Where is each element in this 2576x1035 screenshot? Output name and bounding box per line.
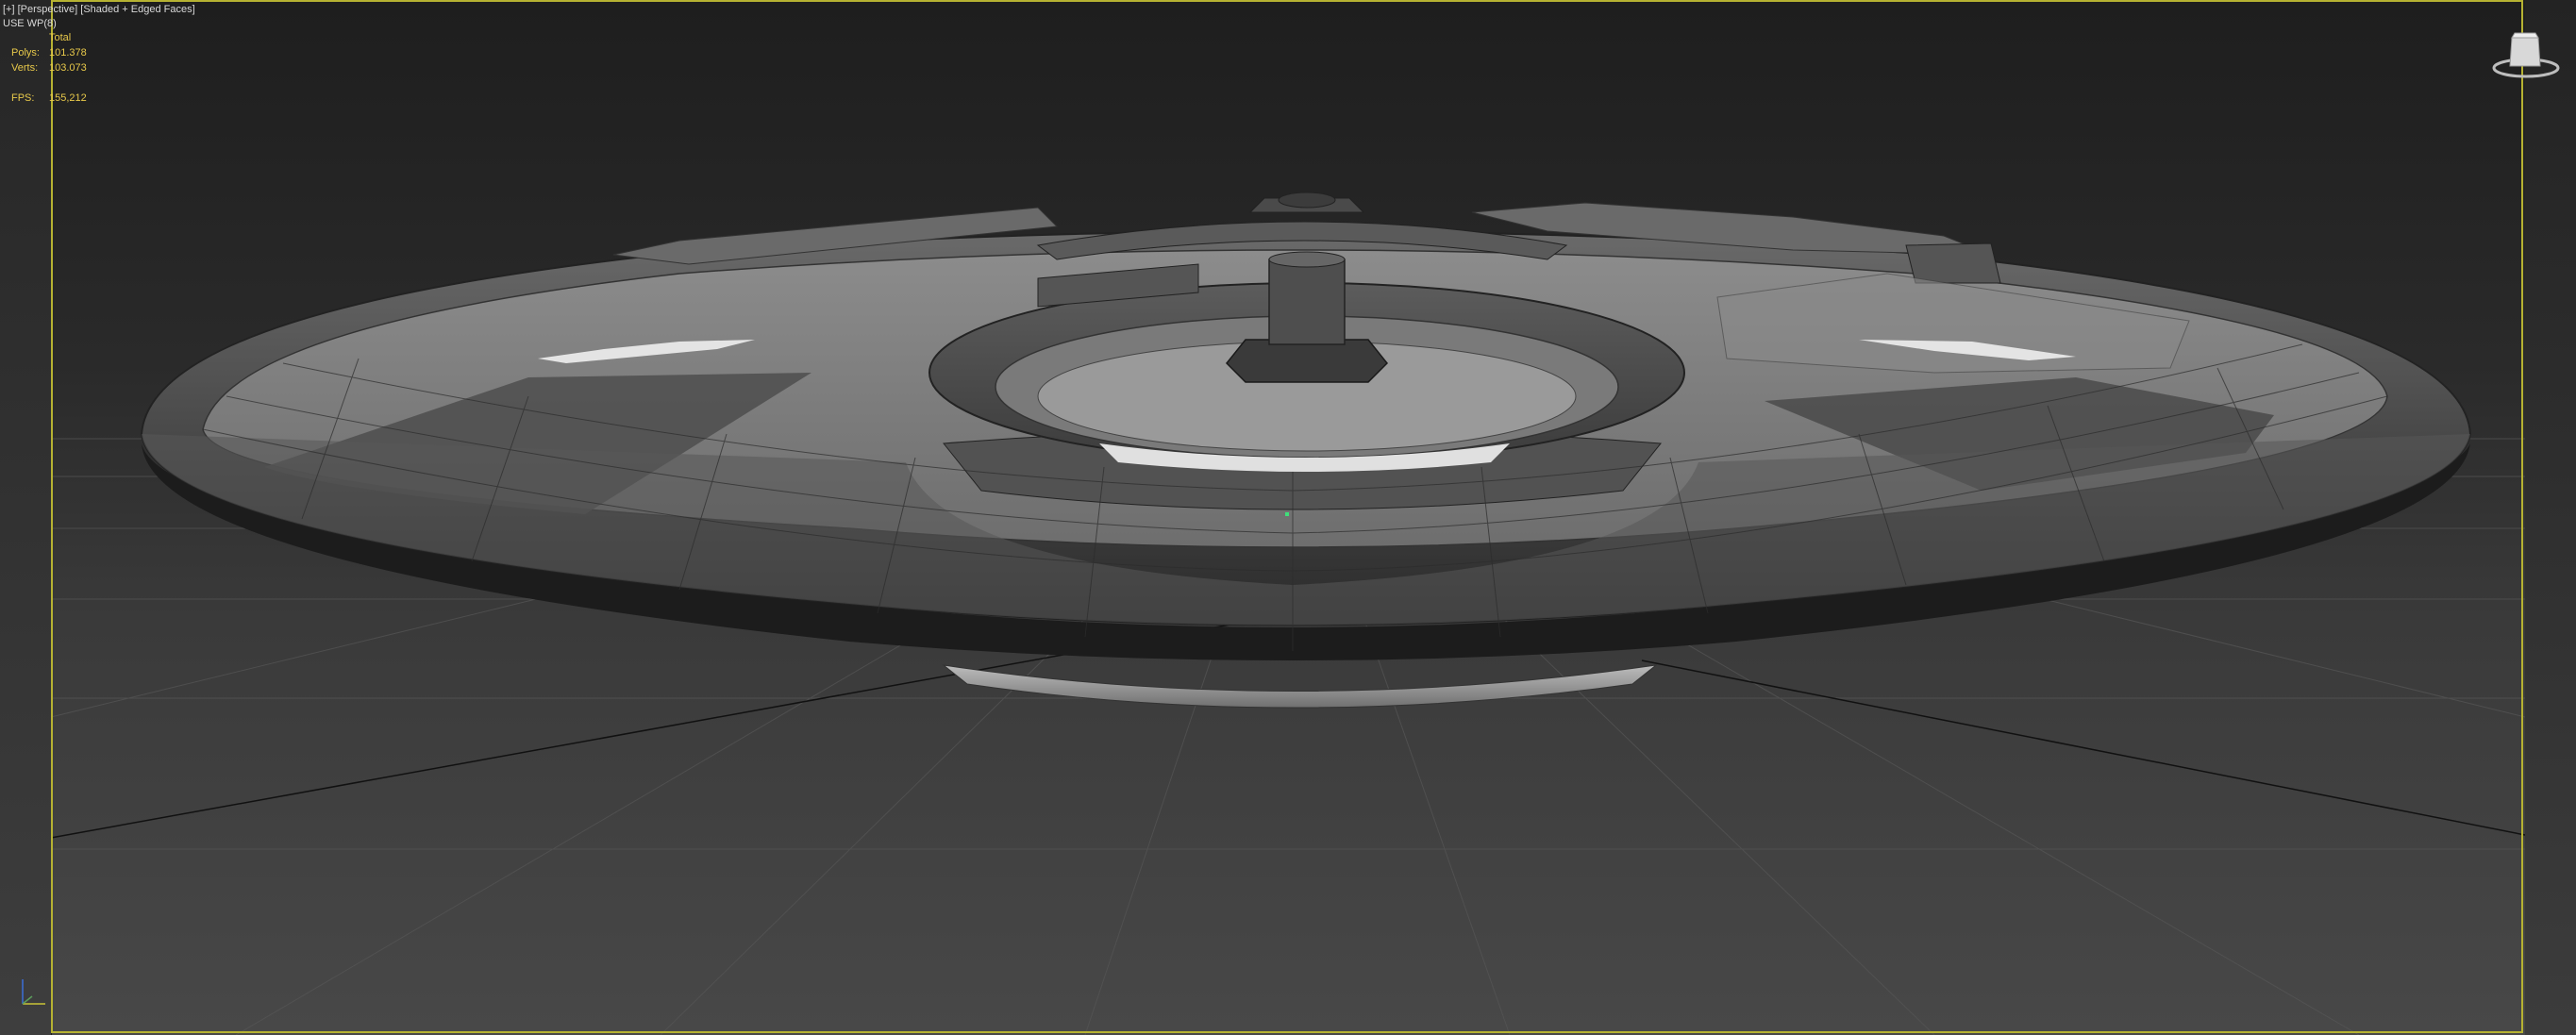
stats-fps-label: FPS: xyxy=(11,92,35,104)
perspective-viewport[interactable]: [+] [Perspective] [Shaded + Edged Faces]… xyxy=(0,0,2576,1035)
stats-polys-label: Polys: xyxy=(11,47,40,58)
viewport-plus-menu[interactable]: [+] xyxy=(3,4,15,15)
stats-fps-value: 155,212 xyxy=(49,92,87,104)
pivot-marker xyxy=(1285,512,1289,516)
viewport-label-menu[interactable]: [+] [Perspective] [Shaded + Edged Faces] xyxy=(3,3,195,16)
right-strip xyxy=(2525,0,2576,1035)
stats-header: Total xyxy=(49,32,72,43)
saucer-mesh[interactable] xyxy=(140,192,2472,709)
viewport-scene[interactable] xyxy=(0,0,2576,1035)
axis-tripod-icon xyxy=(13,974,51,1011)
left-strip xyxy=(0,0,52,1035)
stats-polys-value: 101.378 xyxy=(49,47,87,58)
viewcube-icon[interactable] xyxy=(2491,28,2561,81)
stats-verts-value: 103.073 xyxy=(49,62,87,74)
viewport-shading-menu[interactable]: [Shaded + Edged Faces] xyxy=(80,4,194,15)
viewport-view-menu[interactable]: [Perspective] xyxy=(18,4,78,15)
stats-verts-label: Verts: xyxy=(11,62,39,74)
use-wp-label: USE WP(8) xyxy=(3,18,57,29)
